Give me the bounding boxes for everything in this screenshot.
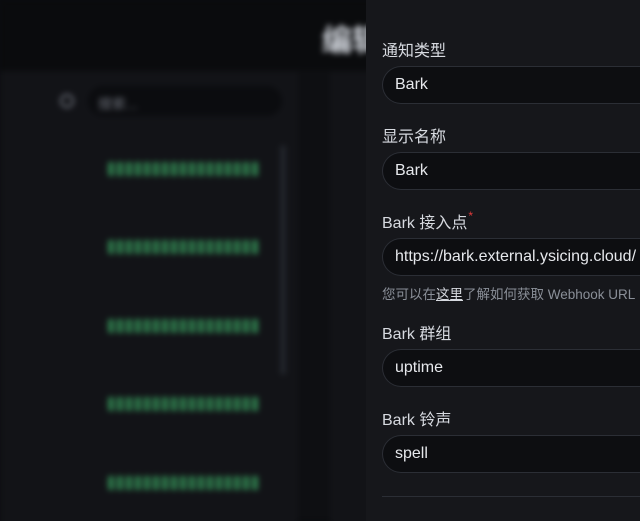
notification-type-label: 通知类型 <box>382 43 447 60</box>
notification-settings-drawer: 通知类型 Bark 显示名称 Bark Bark 接入点* https://ba… <box>366 0 640 521</box>
bark-endpoint-hint: 您可以在这里了解如何获取 Webhook URL <box>382 283 635 303</box>
heartbeat-bar <box>108 240 260 254</box>
hint-suffix: 了解如何获取 Webhook URL <box>463 287 636 302</box>
bark-endpoint-input[interactable]: https://bark.external.ysicing.cloud/ <box>382 238 640 276</box>
app-root: 编辑 搜索... 通知类型 Bark 显示名称 Bark Bark 接入点* h… <box>0 0 640 521</box>
heartbeat-bar <box>108 162 260 176</box>
bark-sound-label: Bark 铃声 <box>382 412 452 429</box>
display-name-label: 显示名称 <box>382 129 447 146</box>
bark-group-label: Bark 群组 <box>382 326 452 343</box>
notification-type-select[interactable]: Bark <box>382 66 640 104</box>
bark-sound-value: spell <box>395 445 428 462</box>
required-mark: * <box>468 209 474 223</box>
search-icon <box>60 94 74 108</box>
bark-endpoint-label-text: Bark 接入点 <box>382 215 468 232</box>
bark-endpoint-label: Bark 接入点* <box>382 209 473 233</box>
display-name-input[interactable]: Bark <box>382 152 640 190</box>
hint-prefix: 您可以在 <box>382 287 436 302</box>
monitor-list-scrollbar <box>280 145 286 375</box>
bark-group-input[interactable]: uptime <box>382 349 640 387</box>
monitor-search-placeholder: 搜索... <box>98 96 138 112</box>
heartbeat-bar <box>108 319 260 333</box>
bark-endpoint-value: https://bark.external.ysicing.cloud/ <box>395 248 637 265</box>
display-name-value: Bark <box>395 162 428 179</box>
heartbeat-bar <box>108 476 260 490</box>
hint-link[interactable]: 这里 <box>436 287 463 302</box>
notification-type-value: Bark <box>395 76 428 93</box>
drawer-divider <box>382 496 640 497</box>
bark-group-value: uptime <box>395 359 444 376</box>
bark-sound-input[interactable]: spell <box>382 435 640 473</box>
heartbeat-bar <box>108 397 260 411</box>
monitor-list-panel <box>0 72 298 521</box>
